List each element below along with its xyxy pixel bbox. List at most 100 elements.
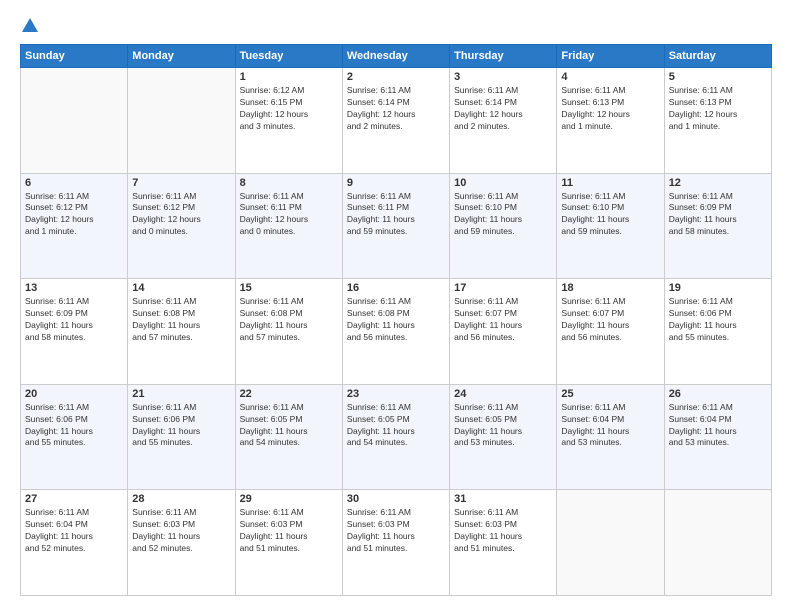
calendar-week-row: 6 Sunrise: 6:11 AM Sunset: 6:12 PM Daylig… xyxy=(21,173,772,279)
day-number: 5 xyxy=(669,71,767,83)
day-number: 19 xyxy=(669,282,767,294)
cell-content: Sunrise: 6:11 AM Sunset: 6:13 PM Dayligh… xyxy=(669,85,767,133)
day-number: 9 xyxy=(347,177,445,189)
calendar-cell: 31 Sunrise: 6:11 AM Sunset: 6:03 PM Dayli… xyxy=(450,490,557,596)
cell-content: Sunrise: 6:11 AM Sunset: 6:08 PM Dayligh… xyxy=(347,296,445,344)
cell-content: Sunrise: 6:11 AM Sunset: 6:09 PM Dayligh… xyxy=(669,191,767,239)
calendar-cell xyxy=(21,68,128,174)
day-number: 8 xyxy=(240,177,338,189)
day-number: 16 xyxy=(347,282,445,294)
calendar-cell: 1 Sunrise: 6:12 AM Sunset: 6:15 PM Daylig… xyxy=(235,68,342,174)
calendar-day-header: Monday xyxy=(128,45,235,68)
cell-content: Sunrise: 6:11 AM Sunset: 6:07 PM Dayligh… xyxy=(561,296,659,344)
calendar-cell: 13Sunrise: 6:11 AM Sunset: 6:09 PM Dayli… xyxy=(21,279,128,385)
calendar-header-row: SundayMondayTuesdayWednesdayThursdayFrid… xyxy=(21,45,772,68)
cell-content: Sunrise: 6:11 AM Sunset: 6:08 PM Dayligh… xyxy=(132,296,230,344)
day-number: 14 xyxy=(132,282,230,294)
cell-content: Sunrise: 6:11 AM Sunset: 6:05 PM Dayligh… xyxy=(347,402,445,450)
cell-content: Sunrise: 6:11 AM Sunset: 6:10 PM Dayligh… xyxy=(454,191,552,239)
calendar-cell: 25Sunrise: 6:11 AM Sunset: 6:04 PM Dayli… xyxy=(557,384,664,490)
day-number: 7 xyxy=(132,177,230,189)
cell-content: Sunrise: 6:11 AM Sunset: 6:03 PM Dayligh… xyxy=(347,507,445,555)
cell-content: Sunrise: 6:11 AM Sunset: 6:12 PM Dayligh… xyxy=(25,191,123,239)
cell-content: Sunrise: 6:11 AM Sunset: 6:03 PM Dayligh… xyxy=(240,507,338,555)
cell-content: Sunrise: 6:11 AM Sunset: 6:04 PM Dayligh… xyxy=(669,402,767,450)
day-number: 3 xyxy=(454,71,552,83)
calendar-cell: 5 Sunrise: 6:11 AM Sunset: 6:13 PM Daylig… xyxy=(664,68,771,174)
header xyxy=(20,16,772,34)
calendar-cell: 12Sunrise: 6:11 AM Sunset: 6:09 PM Dayli… xyxy=(664,173,771,279)
cell-content: Sunrise: 6:11 AM Sunset: 6:09 PM Dayligh… xyxy=(25,296,123,344)
calendar-day-header: Wednesday xyxy=(342,45,449,68)
calendar-cell: 28 Sunrise: 6:11 AM Sunset: 6:03 PM Dayli… xyxy=(128,490,235,596)
day-number: 20 xyxy=(25,388,123,400)
calendar-cell: 4 Sunrise: 6:11 AM Sunset: 6:13 PM Daylig… xyxy=(557,68,664,174)
calendar-cell: 17 Sunrise: 6:11 AM Sunset: 6:07 PM Dayli… xyxy=(450,279,557,385)
cell-content: Sunrise: 6:11 AM Sunset: 6:07 PM Dayligh… xyxy=(454,296,552,344)
cell-content: Sunrise: 6:11 AM Sunset: 6:12 PM Dayligh… xyxy=(132,191,230,239)
cell-content: Sunrise: 6:11 AM Sunset: 6:03 PM Dayligh… xyxy=(454,507,552,555)
calendar-cell: 27 Sunrise: 6:11 AM Sunset: 6:04 PM Dayli… xyxy=(21,490,128,596)
calendar-cell: 3 Sunrise: 6:11 AM Sunset: 6:14 PM Daylig… xyxy=(450,68,557,174)
day-number: 27 xyxy=(25,493,123,505)
cell-content: Sunrise: 6:11 AM Sunset: 6:13 PM Dayligh… xyxy=(561,85,659,133)
logo-triangle-icon xyxy=(21,16,39,34)
calendar-day-header: Thursday xyxy=(450,45,557,68)
calendar-cell: 15Sunrise: 6:11 AM Sunset: 6:08 PM Dayli… xyxy=(235,279,342,385)
calendar-cell: 19 Sunrise: 6:11 AM Sunset: 6:06 PM Dayli… xyxy=(664,279,771,385)
calendar-cell: 23 Sunrise: 6:11 AM Sunset: 6:05 PM Dayli… xyxy=(342,384,449,490)
cell-content: Sunrise: 6:11 AM Sunset: 6:06 PM Dayligh… xyxy=(669,296,767,344)
cell-content: Sunrise: 6:11 AM Sunset: 6:04 PM Dayligh… xyxy=(25,507,123,555)
calendar-cell: 29 Sunrise: 6:11 AM Sunset: 6:03 PM Dayli… xyxy=(235,490,342,596)
calendar-cell xyxy=(128,68,235,174)
calendar-cell xyxy=(557,490,664,596)
cell-content: Sunrise: 6:11 AM Sunset: 6:14 PM Dayligh… xyxy=(454,85,552,133)
calendar-day-header: Sunday xyxy=(21,45,128,68)
cell-content: Sunrise: 6:11 AM Sunset: 6:06 PM Dayligh… xyxy=(25,402,123,450)
calendar-cell: 8 Sunrise: 6:11 AM Sunset: 6:11 PM Daylig… xyxy=(235,173,342,279)
calendar-week-row: 13Sunrise: 6:11 AM Sunset: 6:09 PM Dayli… xyxy=(21,279,772,385)
day-number: 17 xyxy=(454,282,552,294)
calendar-week-row: 27 Sunrise: 6:11 AM Sunset: 6:04 PM Dayli… xyxy=(21,490,772,596)
cell-content: Sunrise: 6:11 AM Sunset: 6:03 PM Dayligh… xyxy=(132,507,230,555)
calendar-cell: 22 Sunrise: 6:11 AM Sunset: 6:05 PM Dayli… xyxy=(235,384,342,490)
calendar-week-row: 1 Sunrise: 6:12 AM Sunset: 6:15 PM Daylig… xyxy=(21,68,772,174)
calendar-day-header: Saturday xyxy=(664,45,771,68)
calendar-cell: 14 Sunrise: 6:11 AM Sunset: 6:08 PM Dayli… xyxy=(128,279,235,385)
day-number: 29 xyxy=(240,493,338,505)
cell-content: Sunrise: 6:11 AM Sunset: 6:11 PM Dayligh… xyxy=(240,191,338,239)
cell-content: Sunrise: 6:11 AM Sunset: 6:05 PM Dayligh… xyxy=(454,402,552,450)
calendar-cell: 2 Sunrise: 6:11 AM Sunset: 6:14 PM Daylig… xyxy=(342,68,449,174)
day-number: 10 xyxy=(454,177,552,189)
day-number: 11 xyxy=(561,177,659,189)
cell-content: Sunrise: 6:11 AM Sunset: 6:14 PM Dayligh… xyxy=(347,85,445,133)
day-number: 15 xyxy=(240,282,338,294)
day-number: 22 xyxy=(240,388,338,400)
day-number: 28 xyxy=(132,493,230,505)
day-number: 1 xyxy=(240,71,338,83)
calendar-cell: 9Sunrise: 6:11 AM Sunset: 6:11 PM Daylig… xyxy=(342,173,449,279)
calendar-week-row: 20 Sunrise: 6:11 AM Sunset: 6:06 PM Dayli… xyxy=(21,384,772,490)
day-number: 31 xyxy=(454,493,552,505)
calendar-cell: 24 Sunrise: 6:11 AM Sunset: 6:05 PM Dayli… xyxy=(450,384,557,490)
calendar-cell: 7 Sunrise: 6:11 AM Sunset: 6:12 PM Daylig… xyxy=(128,173,235,279)
calendar-day-header: Tuesday xyxy=(235,45,342,68)
day-number: 6 xyxy=(25,177,123,189)
calendar-table: SundayMondayTuesdayWednesdayThursdayFrid… xyxy=(20,44,772,596)
cell-content: Sunrise: 6:11 AM Sunset: 6:10 PM Dayligh… xyxy=(561,191,659,239)
calendar-cell: 20 Sunrise: 6:11 AM Sunset: 6:06 PM Dayli… xyxy=(21,384,128,490)
logo xyxy=(20,16,40,34)
page: SundayMondayTuesdayWednesdayThursdayFrid… xyxy=(0,0,792,612)
cell-content: Sunrise: 6:11 AM Sunset: 6:05 PM Dayligh… xyxy=(240,402,338,450)
day-number: 2 xyxy=(347,71,445,83)
cell-content: Sunrise: 6:12 AM Sunset: 6:15 PM Dayligh… xyxy=(240,85,338,133)
day-number: 4 xyxy=(561,71,659,83)
day-number: 26 xyxy=(669,388,767,400)
day-number: 24 xyxy=(454,388,552,400)
day-number: 23 xyxy=(347,388,445,400)
calendar-cell: 6 Sunrise: 6:11 AM Sunset: 6:12 PM Daylig… xyxy=(21,173,128,279)
day-number: 30 xyxy=(347,493,445,505)
calendar-cell: 30 Sunrise: 6:11 AM Sunset: 6:03 PM Dayli… xyxy=(342,490,449,596)
calendar-cell xyxy=(664,490,771,596)
cell-content: Sunrise: 6:11 AM Sunset: 6:04 PM Dayligh… xyxy=(561,402,659,450)
